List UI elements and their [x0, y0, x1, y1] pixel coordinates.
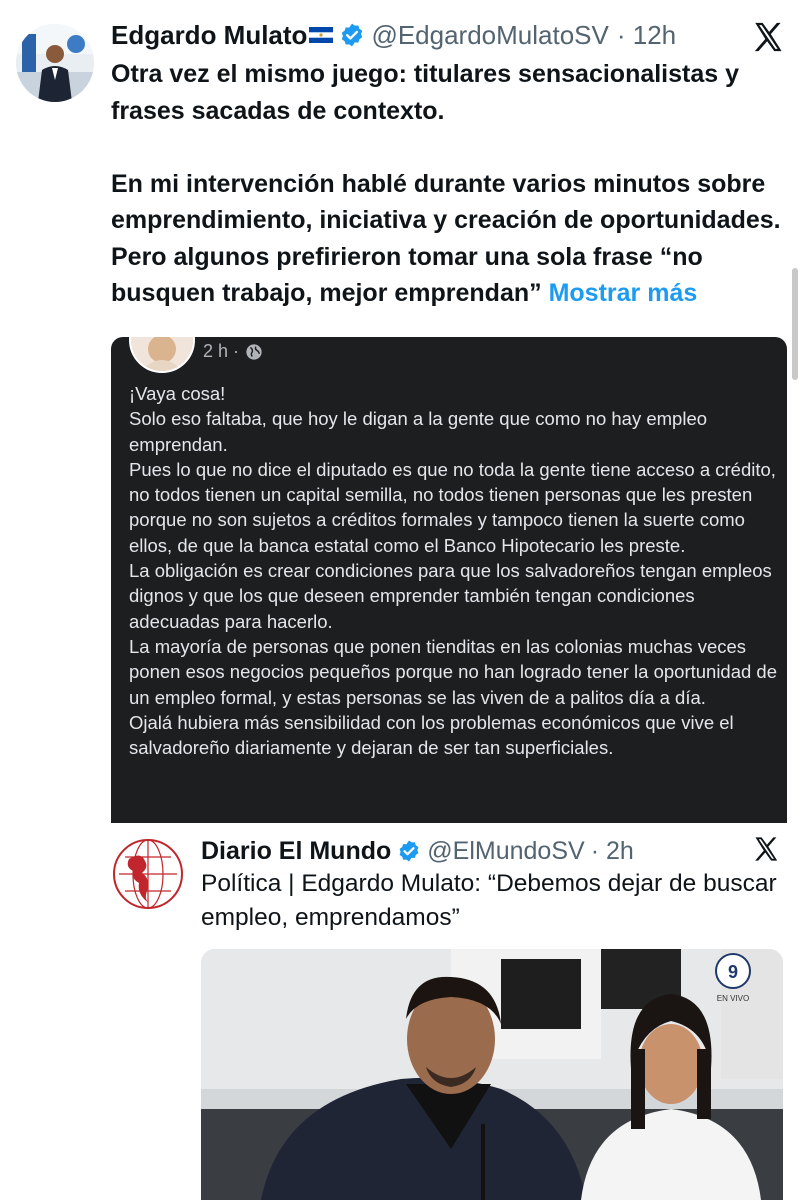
verified-badge-icon — [399, 840, 419, 862]
x-logo-icon[interactable] — [750, 20, 786, 54]
quoted-post-body: ¡Vaya cosa! Solo eso faltaba, que hoy le… — [129, 383, 778, 759]
photo-badge-number: 9 — [728, 962, 738, 982]
globe-icon — [246, 343, 262, 360]
news-post-image[interactable]: Diario El Mundo @ElMundoSV · 2h Política… — [111, 823, 787, 1200]
news-headline: Política | Edgardo Mulato: “Debemos deja… — [201, 870, 777, 931]
news-post-time: · 2h — [590, 836, 634, 865]
globe-logo-icon — [113, 839, 183, 909]
x-logo-icon — [755, 837, 778, 861]
tweet-text: Otra vez el mismo juego: titulares sensa… — [111, 56, 791, 312]
el-salvador-flag-icon — [309, 27, 334, 43]
author-name[interactable]: Edgardo Mulato — [111, 20, 307, 51]
quoted-post-meta: 2 h · — [203, 341, 263, 362]
news-author-name: Diario El Mundo — [201, 836, 392, 865]
scrollbar[interactable] — [792, 268, 798, 380]
news-author-handle: @ElMundoSV — [427, 836, 585, 865]
tweet-header: Edgardo Mulato @EdgardoMulatoSV · 12h — [111, 18, 676, 52]
quoted-post-time: 2 h · — [203, 341, 240, 361]
quoted-post-avatar — [129, 337, 195, 373]
quoted-post-image[interactable]: 2 h · ¡Vaya cosa! Solo eso faltaba, que … — [111, 337, 787, 823]
photo-badge-label: EN VIVO — [717, 994, 749, 1003]
show-more-link[interactable]: Mostrar más — [549, 279, 698, 307]
author-avatar[interactable] — [16, 24, 94, 102]
author-handle[interactable]: @EdgardoMulatoSV — [371, 20, 608, 51]
verified-badge-icon — [342, 23, 363, 47]
news-post-header: Diario El Mundo @ElMundoSV · 2h — [201, 831, 634, 871]
news-photo: 9 EN VIVO — [201, 949, 783, 1200]
tweet-time[interactable]: · 12h — [617, 20, 676, 51]
tweet-body: Otra vez el mismo juego: titulares sensa… — [111, 60, 781, 307]
